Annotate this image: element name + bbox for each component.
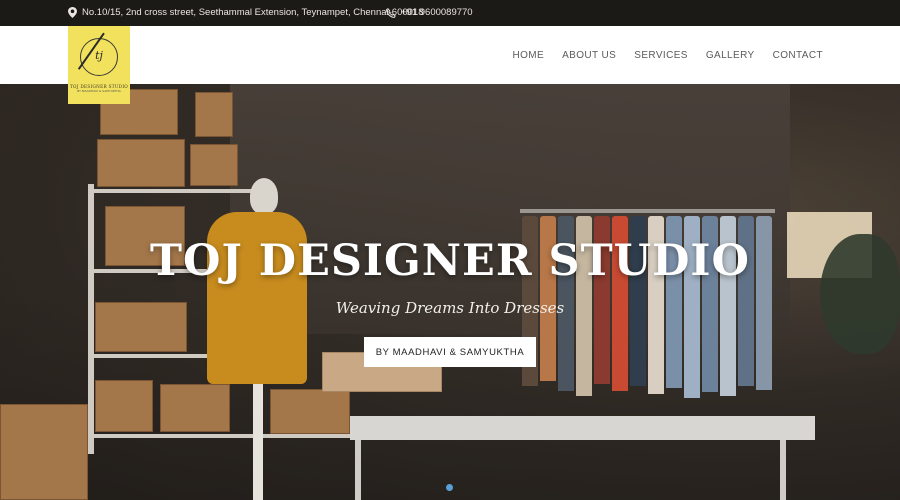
logo-emblem: tj (77, 32, 118, 76)
map-pin-icon (68, 7, 77, 18)
slider-dot-active[interactable] (446, 484, 453, 491)
shelf-post (88, 184, 94, 454)
cardboard-box (195, 92, 233, 137)
shelf-board (88, 189, 253, 193)
nav-contact[interactable]: CONTACT (773, 50, 823, 61)
hero-subtitle: Weaving Dreams Into Dresses (335, 299, 565, 317)
table-leg (780, 440, 786, 500)
clothing-rack (520, 209, 775, 213)
logo-tagline: BY MAADHAVI & SAMYUKTHA (77, 89, 121, 93)
address-info: No.10/15, 2nd cross street, Seethammal E… (68, 7, 424, 18)
work-table (350, 416, 815, 440)
main-nav: HOME ABOUT US SERVICES GALLERY CONTACT (513, 26, 824, 84)
cardboard-box (0, 404, 88, 500)
phone-icon (386, 7, 396, 18)
table-leg (355, 440, 361, 500)
nav-home[interactable]: HOME (513, 50, 545, 61)
top-info-bar: No.10/15, 2nd cross street, Seethammal E… (0, 0, 900, 26)
nav-gallery[interactable]: GALLERY (706, 50, 755, 61)
cardboard-box (95, 380, 153, 432)
site-logo[interactable]: tj TOJ DESIGNER STUDIO BY MAADHAVI & SAM… (68, 26, 130, 104)
nav-services[interactable]: SERVICES (634, 50, 688, 61)
cardboard-box (190, 144, 238, 186)
phone-info[interactable]: +91 9600089770 (386, 7, 473, 18)
hero-slider: TOJ DESIGNER STUDIO Weaving Dreams Into … (0, 84, 900, 500)
cardboard-box (97, 139, 185, 187)
nav-about-us[interactable]: ABOUT US (562, 50, 616, 61)
cardboard-box (160, 384, 230, 432)
cardboard-box (270, 389, 350, 434)
phone-text[interactable]: +91 9600089770 (401, 7, 473, 18)
mannequin-head (250, 178, 278, 214)
shelf-board (88, 434, 358, 438)
logo-monogram: tj (95, 49, 103, 62)
mannequin-stand (253, 384, 263, 500)
address-text: No.10/15, 2nd cross street, Seethammal E… (82, 7, 424, 18)
hero-cta-button[interactable]: BY MAADHAVI & SAMYUKTHA (364, 337, 536, 367)
hero-title: TOJ DESIGNER STUDIO (150, 236, 750, 286)
